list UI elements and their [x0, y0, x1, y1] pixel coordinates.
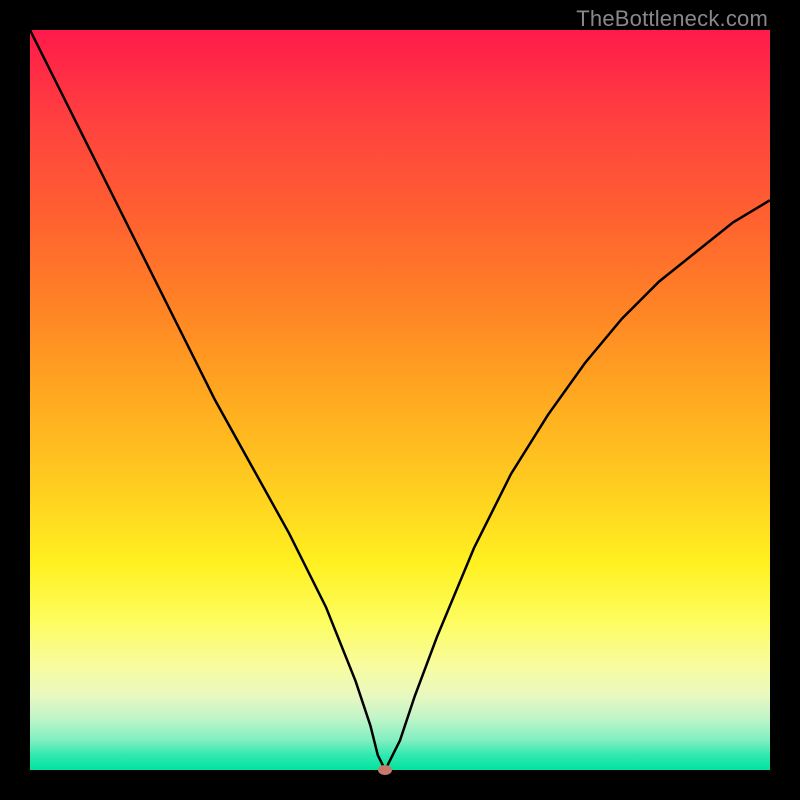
minimum-marker [378, 765, 392, 775]
plot-area [30, 30, 770, 770]
chart-frame: TheBottleneck.com [0, 0, 800, 800]
watermark-text: TheBottleneck.com [576, 6, 768, 32]
bottleneck-curve [30, 30, 770, 770]
